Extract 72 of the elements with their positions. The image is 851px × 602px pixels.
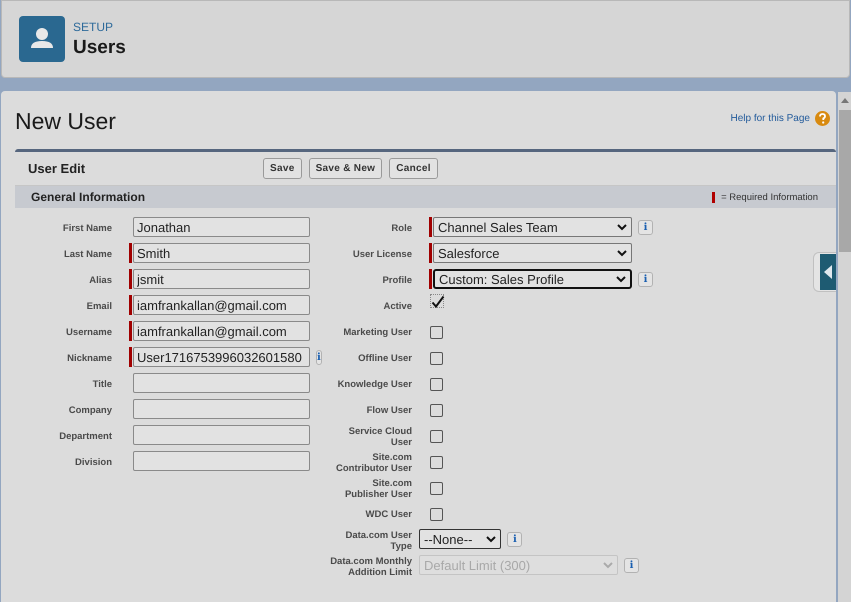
input-field[interactable] — [133, 399, 310, 419]
checkbox[interactable] — [430, 404, 443, 417]
form-button[interactable]: Cancel — [389, 158, 438, 179]
select-field[interactable]: Salesforce — [433, 243, 632, 263]
input-field[interactable] — [133, 373, 310, 393]
field-label: Site.com Contributor User — [335, 452, 412, 474]
section-title: General Information — [31, 190, 146, 204]
checkbox[interactable] — [430, 482, 443, 495]
input-field[interactable] — [133, 451, 310, 471]
field-label: Role — [391, 223, 412, 234]
input-field[interactable]: User1716753996032601580 — [133, 347, 310, 367]
caret-icon[interactable] — [486, 536, 496, 542]
required-legend: = Required Information — [721, 192, 818, 202]
form-button[interactable]: Save & New — [308, 158, 382, 179]
scrollbar-thumb[interactable] — [839, 110, 851, 252]
field-label: First Name — [62, 223, 112, 234]
checkbox[interactable] — [430, 352, 443, 365]
field-label: Email — [86, 301, 112, 312]
field-label: Data.com Monthly Addition Limit — [329, 556, 412, 578]
field-label: Division — [75, 457, 112, 468]
field-label: Profile — [382, 275, 412, 286]
select-field[interactable]: --None-- — [419, 529, 502, 549]
checkbox[interactable] — [430, 430, 443, 443]
field-label: Last Name — [64, 249, 112, 260]
help-link[interactable]: Help for this Page — [730, 112, 810, 124]
field-label: Alias — [89, 275, 112, 286]
field-label: Site.com Publisher User — [344, 478, 412, 500]
checkbox[interactable] — [430, 378, 443, 391]
required-marker — [712, 192, 716, 202]
checkbox[interactable] — [430, 294, 444, 308]
input-field[interactable]: Smith — [133, 243, 310, 263]
caret-icon[interactable] — [616, 276, 626, 282]
field-label: Marketing User — [343, 327, 412, 338]
header-title: Users — [73, 36, 126, 58]
checkbox[interactable] — [430, 326, 443, 339]
help-icon[interactable] — [815, 110, 830, 126]
caret-icon[interactable] — [617, 224, 627, 230]
field-label: Flow User — [366, 405, 412, 416]
info-button[interactable]: i — [507, 532, 522, 547]
input-field[interactable]: iamfrankallan@gmail.com — [133, 321, 310, 341]
field-label: Nickname — [67, 353, 112, 364]
field-label: Title — [92, 379, 112, 390]
input-field[interactable]: Jonathan — [133, 217, 310, 237]
select-field[interactable]: Channel Sales Team — [433, 217, 632, 237]
input-field[interactable]: jsmit — [133, 269, 310, 289]
input-field[interactable]: iamfrankallan@gmail.com — [133, 295, 310, 315]
scrollbar[interactable] — [838, 92, 851, 602]
field-label: WDC User — [366, 509, 412, 520]
field-label: User License — [352, 249, 412, 260]
field-label: Service Cloud User — [348, 426, 412, 448]
field-label: Company — [68, 405, 112, 416]
info-button[interactable]: i — [316, 350, 322, 365]
panel-title: User Edit — [27, 161, 86, 176]
info-button[interactable]: i — [638, 272, 653, 287]
breadcrumb-label: SETUP — [73, 20, 114, 34]
input-field[interactable] — [133, 425, 310, 445]
page-title: New User — [15, 108, 116, 134]
checkbox[interactable] — [430, 456, 443, 469]
caret-icon[interactable] — [617, 250, 627, 256]
field-label: Active — [383, 301, 412, 312]
sidebar-toggle[interactable] — [813, 252, 836, 292]
select-field[interactable]: Custom: Sales Profile — [433, 269, 632, 289]
info-button[interactable]: i — [638, 220, 653, 235]
field-label: Username — [66, 327, 112, 338]
user-icon — [19, 16, 65, 62]
scroll-up-icon[interactable] — [841, 98, 849, 103]
field-label: Knowledge User — [338, 379, 412, 390]
field-label: Data.com User Type — [344, 530, 412, 552]
form-button[interactable]: Save — [263, 158, 302, 179]
field-label: Offline User — [358, 353, 412, 364]
checkbox[interactable] — [430, 508, 443, 521]
field-label: Department — [59, 431, 112, 442]
